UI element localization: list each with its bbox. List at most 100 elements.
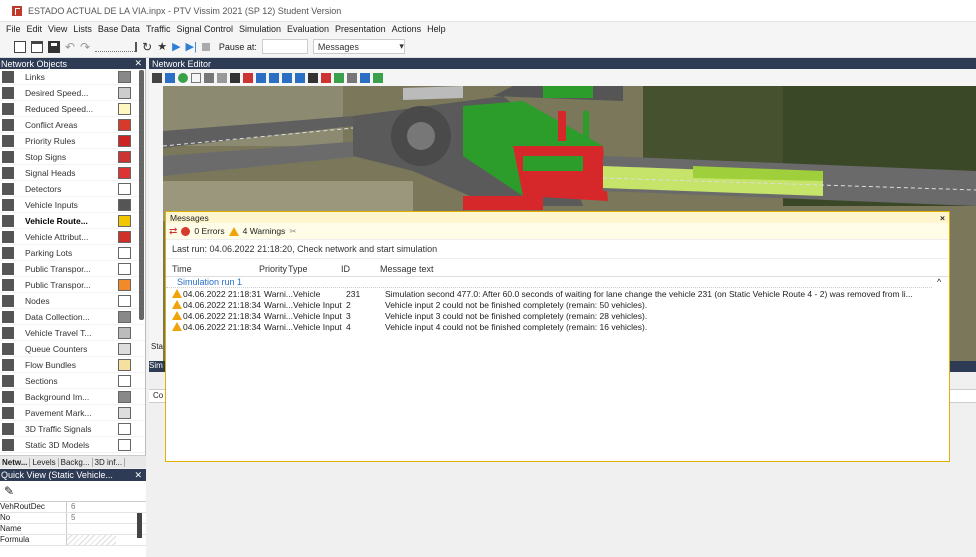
object-color-swatch[interactable]: [118, 199, 131, 211]
menu-edit[interactable]: Edit: [27, 24, 43, 34]
menu-view[interactable]: View: [48, 24, 67, 34]
network-object-item[interactable]: Desired Speed...: [0, 85, 145, 101]
save-icon[interactable]: [48, 40, 60, 53]
object-color-swatch[interactable]: [118, 295, 131, 307]
paint-icon[interactable]: [334, 72, 344, 83]
object-color-swatch[interactable]: [118, 327, 131, 339]
quick-view-scrollbar[interactable]: [137, 513, 142, 538]
menu-file[interactable]: File: [6, 24, 21, 34]
sim-speed-slider[interactable]: [95, 41, 138, 52]
open-folder-icon[interactable]: [31, 40, 43, 53]
table-row[interactable]: Formula: [0, 535, 146, 546]
object-color-swatch[interactable]: [118, 71, 131, 83]
select-icon[interactable]: [152, 72, 162, 83]
play-icon[interactable]: ▶: [172, 40, 180, 53]
list-scrollbar[interactable]: [139, 70, 144, 320]
new-file-icon[interactable]: [14, 40, 26, 53]
menu-traffic[interactable]: Traffic: [146, 24, 171, 34]
tab-background[interactable]: Backg...: [59, 457, 93, 467]
object-color-swatch[interactable]: [118, 311, 131, 323]
menu-presentation[interactable]: Presentation: [335, 24, 386, 34]
screenshot-icon[interactable]: [360, 72, 370, 83]
refresh-icon[interactable]: ⇄: [169, 226, 177, 237]
network-object-item[interactable]: 3D Traffic Signals: [0, 421, 145, 437]
network-object-item[interactable]: Public Transpor...: [0, 261, 145, 277]
stop-icon[interactable]: [201, 42, 210, 51]
object-color-swatch[interactable]: [118, 343, 131, 355]
delete-icon[interactable]: [217, 72, 227, 83]
network-object-item[interactable]: Vehicle Route...: [0, 213, 145, 229]
col-message-text[interactable]: Message text: [380, 264, 940, 274]
tab-network[interactable]: Netw...: [0, 457, 31, 467]
object-color-swatch[interactable]: [118, 135, 131, 147]
network-object-item[interactable]: Vehicle Inputs: [0, 197, 145, 213]
object-color-swatch[interactable]: [118, 167, 131, 179]
object-color-swatch[interactable]: [118, 423, 131, 435]
object-color-swatch[interactable]: [118, 247, 131, 259]
sim-run-group[interactable]: Simulation run 1: [166, 277, 932, 288]
tools-icon[interactable]: ✂: [289, 226, 296, 237]
network-object-item[interactable]: Vehicle Travel T...: [0, 325, 145, 341]
globe-icon[interactable]: [178, 72, 188, 83]
pan-icon[interactable]: [308, 72, 318, 83]
tool-icon[interactable]: [347, 72, 357, 83]
network-object-item[interactable]: Sections: [0, 373, 145, 389]
message-row[interactable]: 04.06.2022 21:18:34 Warni... Vehicle Input…: [166, 310, 949, 321]
network-object-item[interactable]: Vehicle Attribut...: [0, 229, 145, 245]
grid-icon[interactable]: [165, 72, 175, 83]
object-color-swatch[interactable]: [118, 87, 131, 99]
network-object-item[interactable]: Detectors: [0, 181, 145, 197]
close-icon[interactable]: ×: [940, 213, 945, 223]
table-row[interactable]: Name: [0, 524, 146, 535]
object-color-swatch[interactable]: [118, 391, 131, 403]
table-row[interactable]: No 5: [0, 513, 146, 524]
errors-filter[interactable]: 0 Errors: [194, 226, 224, 236]
object-color-swatch[interactable]: [118, 103, 131, 115]
messages-scrollbar[interactable]: ^: [937, 277, 949, 457]
menu-lists[interactable]: Lists: [73, 24, 92, 34]
object-color-swatch[interactable]: [118, 215, 131, 227]
zoom-out-icon[interactable]: [269, 72, 279, 83]
undo-icon[interactable]: ↶: [65, 40, 75, 54]
draw-icon[interactable]: [321, 72, 331, 83]
network-object-item[interactable]: Nodes: [0, 293, 145, 309]
menu-signal-control[interactable]: Signal Control: [176, 24, 233, 34]
zoom-in-icon[interactable]: [256, 72, 266, 83]
step-icon[interactable]: ▶|: [186, 40, 197, 53]
rotate-icon[interactable]: [191, 72, 201, 83]
col-type[interactable]: Type: [288, 264, 341, 274]
message-row[interactable]: 04.06.2022 21:18:34 Warni... Vehicle Input…: [166, 321, 949, 332]
redo-icon[interactable]: ↷: [80, 40, 90, 54]
network-object-item[interactable]: Parking Lots: [0, 245, 145, 261]
close-icon[interactable]: ✕: [134, 470, 142, 481]
col-priority[interactable]: Priority: [259, 264, 288, 274]
menu-actions[interactable]: Actions: [392, 24, 422, 34]
refresh-icon[interactable]: ↻: [142, 40, 152, 54]
network-object-item[interactable]: Links: [0, 69, 145, 85]
menu-simulation[interactable]: Simulation: [239, 24, 281, 34]
menu-base-data[interactable]: Base Data: [98, 24, 140, 34]
network-object-item[interactable]: Flow Bundles: [0, 357, 145, 373]
object-color-swatch[interactable]: [118, 119, 131, 131]
table-row[interactable]: VehRoutDec 6: [0, 502, 146, 513]
object-color-swatch[interactable]: [118, 151, 131, 163]
layers-icon[interactable]: [373, 72, 383, 83]
messages-combo[interactable]: Messages ▾: [312, 39, 405, 54]
network-object-item[interactable]: Background Im...: [0, 389, 145, 405]
network-object-item[interactable]: Conflict Areas: [0, 117, 145, 133]
col-time[interactable]: Time: [166, 264, 259, 274]
object-color-swatch[interactable]: [118, 279, 131, 291]
favorite-star-icon[interactable]: ★: [157, 40, 167, 53]
copy-icon[interactable]: [204, 72, 214, 83]
network-object-item[interactable]: Queue Counters: [0, 341, 145, 357]
network-object-item[interactable]: Signal Heads: [0, 165, 145, 181]
object-color-swatch[interactable]: [118, 263, 131, 275]
network-object-item[interactable]: Priority Rules: [0, 133, 145, 149]
message-row[interactable]: 04.06.2022 21:18:34 Warni... Vehicle Input…: [166, 299, 949, 310]
network-object-item[interactable]: Public Transpor...: [0, 277, 145, 293]
menu-help[interactable]: Help: [427, 24, 446, 34]
tab-levels[interactable]: Levels: [30, 457, 59, 467]
close-icon[interactable]: ✕: [134, 58, 142, 69]
object-color-swatch[interactable]: [118, 183, 131, 195]
object-color-swatch[interactable]: [118, 407, 131, 419]
